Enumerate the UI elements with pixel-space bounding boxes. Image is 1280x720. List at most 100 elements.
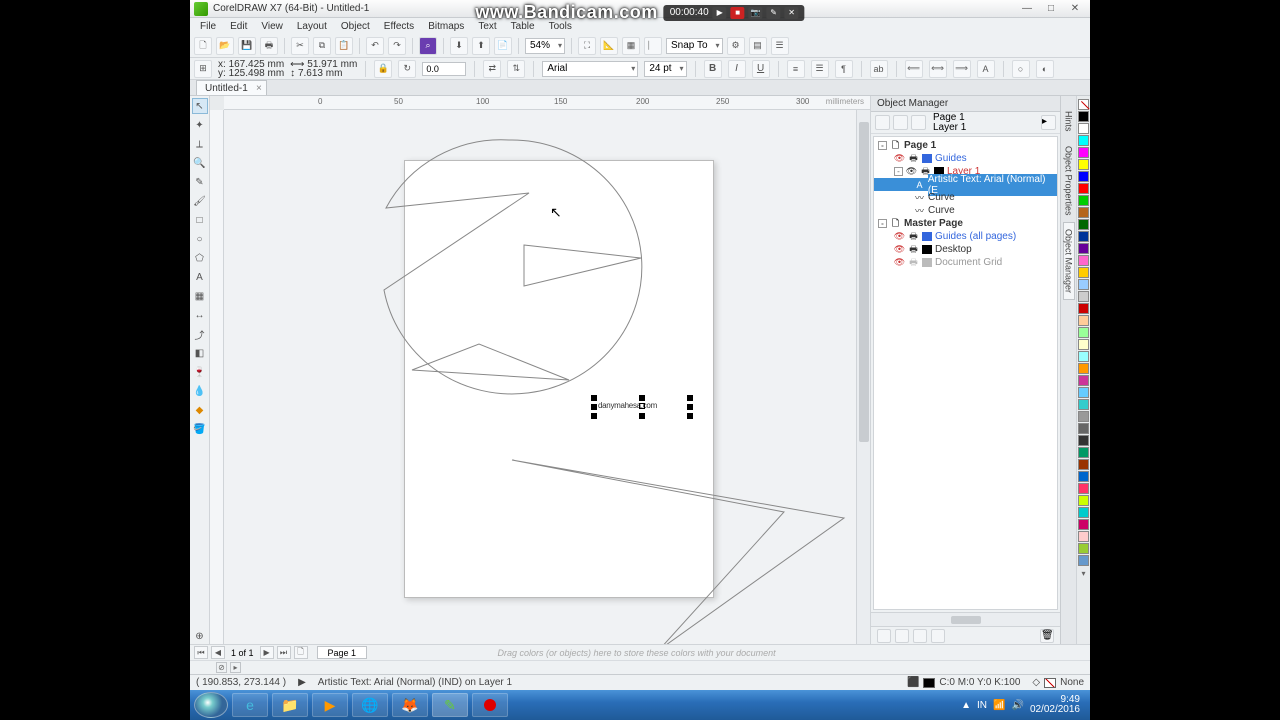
undo-button[interactable]: ↶ — [366, 37, 384, 55]
convert-button[interactable]: ○ — [1012, 60, 1030, 78]
taskbar-ie-icon[interactable]: e — [232, 693, 268, 717]
new-button[interactable]: 🗋 — [194, 37, 212, 55]
add-page-button[interactable]: 🗋 — [294, 646, 308, 659]
color-swatch[interactable] — [1078, 291, 1089, 302]
vertical-ruler[interactable] — [210, 110, 224, 644]
handle-icon[interactable] — [591, 404, 597, 410]
underline-button[interactable]: U — [752, 60, 770, 78]
mirror-h-button[interactable]: ⇄ — [483, 60, 501, 78]
show-guides-button[interactable]: ⎸ — [644, 37, 662, 55]
tray-clock[interactable]: 9:4902/02/2016 — [1030, 695, 1080, 715]
color-swatch[interactable] — [1078, 555, 1089, 566]
open-button[interactable]: 📂 — [216, 37, 234, 55]
paste-button[interactable]: 📋 — [335, 37, 353, 55]
align-left-button[interactable]: ⟸ — [905, 60, 923, 78]
start-button[interactable] — [194, 692, 228, 718]
vertical-scrollbar[interactable] — [856, 110, 870, 644]
tree-artistic-text[interactable]: AArtistic Text: Arial (Normal) (E — [874, 178, 1057, 191]
tray-flag-icon[interactable]: ▲ — [961, 700, 971, 711]
last-page-button[interactable]: ⏭ — [277, 646, 291, 659]
vtab-object-manager[interactable]: Object Manager — [1063, 222, 1075, 300]
vtab-object-properties[interactable]: Object Properties — [1063, 139, 1075, 223]
fill-indicator[interactable]: ⬛C:0 M:0 Y:0 K:100 — [907, 677, 1020, 688]
minimize-button[interactable]: — — [1016, 2, 1038, 16]
new-layer-button[interactable] — [877, 629, 891, 643]
color-swatch[interactable] — [1078, 279, 1089, 290]
artistic-media-tool[interactable]: 🖌 — [192, 193, 208, 209]
eyedropper-tool[interactable]: 💧 — [192, 383, 208, 399]
color-swatch[interactable] — [1078, 327, 1089, 338]
color-swatch[interactable] — [1078, 255, 1089, 266]
handle-icon[interactable] — [639, 395, 645, 401]
tree-grid[interactable]: 👁🖶Document Grid — [874, 256, 1057, 269]
export-button[interactable]: ⬆ — [472, 37, 490, 55]
fullscreen-button[interactable]: ⛶ — [578, 37, 596, 55]
zoom-level-select[interactable]: 54% — [525, 38, 565, 54]
rotation-angle-input[interactable]: 0.0 — [422, 62, 466, 76]
page-layer-indicator[interactable]: Page 1Layer 1 — [929, 113, 1038, 133]
search-content-button[interactable]: ⌕ — [419, 37, 437, 55]
color-swatch[interactable] — [1078, 171, 1089, 182]
rec-play-icon[interactable]: ▶ — [713, 7, 727, 19]
tree-curve[interactable]: 〰Curve — [874, 204, 1057, 217]
selection-box[interactable]: danymahesa.com — [594, 398, 690, 416]
color-swatch[interactable] — [1078, 363, 1089, 374]
outline-indicator[interactable]: ◇None — [1032, 677, 1084, 688]
color-swatch[interactable] — [1078, 147, 1089, 158]
color-swatch[interactable] — [1078, 531, 1089, 542]
new-master-layer-even-button[interactable] — [931, 629, 945, 643]
close-button[interactable]: ✕ — [1064, 2, 1086, 16]
rectangle-tool[interactable]: □ — [192, 212, 208, 228]
menu-bitmaps[interactable]: Bitmaps — [422, 20, 470, 33]
page-tab[interactable]: Page 1 — [317, 646, 368, 659]
taskbar-chrome-icon[interactable]: 🌐 — [352, 693, 388, 717]
edit-across-layers-icon[interactable] — [893, 115, 908, 130]
app-launcher-button[interactable]: ▤ — [749, 37, 767, 55]
rec-close-icon[interactable]: ✕ — [785, 7, 799, 19]
text-tool[interactable]: A — [192, 269, 208, 285]
import-button[interactable]: ⬇ — [450, 37, 468, 55]
font-size-select[interactable]: 24 pt — [644, 61, 686, 77]
quick-customize-button[interactable]: ⊕ — [192, 628, 208, 644]
tree-master-guides[interactable]: 👁🖶Guides (all pages) — [874, 230, 1057, 243]
freehand-tool[interactable]: ✎ — [192, 174, 208, 190]
color-swatch[interactable] — [1078, 183, 1089, 194]
color-swatch[interactable] — [1078, 399, 1089, 410]
color-swatch[interactable] — [1078, 111, 1089, 122]
align-right-button[interactable]: ⟹ — [953, 60, 971, 78]
show-rulers-button[interactable]: 📐 — [600, 37, 618, 55]
rec-camera-icon[interactable]: 📷 — [749, 7, 763, 19]
font-family-select[interactable]: Arial — [542, 61, 638, 77]
object-tree[interactable]: -🗋Page 1 👁🖶Guides -👁🖶Layer 1 AArtistic T… — [873, 136, 1058, 610]
edit-text-button[interactable]: ab — [870, 60, 888, 78]
show-grid-button[interactable]: ▦ — [622, 37, 640, 55]
center-handle-icon[interactable] — [639, 403, 645, 409]
drop-shadow-tool[interactable]: ◧ — [192, 345, 208, 361]
text-properties-button[interactable]: A — [977, 60, 995, 78]
color-swatch[interactable] — [1078, 231, 1089, 242]
color-swatch[interactable] — [1078, 243, 1089, 254]
tray-volume-icon[interactable]: 🔊 — [1011, 700, 1023, 711]
color-swatch[interactable] — [1078, 471, 1089, 482]
handle-icon[interactable] — [591, 395, 597, 401]
drawing-canvas[interactable]: ↖ danymahesa.com — [224, 110, 856, 644]
ellipse-tool[interactable]: ○ — [192, 231, 208, 247]
bullet-list-button[interactable]: ☰ — [811, 60, 829, 78]
menu-layout[interactable]: Layout — [291, 20, 333, 33]
tray-network-icon[interactable]: 📶 — [993, 700, 1005, 711]
palette-scroll-down-icon[interactable]: ▾ — [1081, 569, 1085, 578]
color-swatch[interactable] — [1078, 303, 1089, 314]
color-swatch[interactable] — [1078, 459, 1089, 470]
color-swatch[interactable] — [1078, 411, 1089, 422]
system-tray[interactable]: ▲ IN 📶 🔊 9:4902/02/2016 — [961, 695, 1086, 715]
maximize-button[interactable]: □ — [1040, 2, 1062, 16]
crop-tool[interactable]: ⟂ — [192, 136, 208, 152]
print-button[interactable]: 🖶 — [260, 37, 278, 55]
copy-button[interactable]: ⧉ — [313, 37, 331, 55]
taskbar-media-icon[interactable]: ▶ — [312, 693, 348, 717]
handle-icon[interactable] — [687, 413, 693, 419]
tray-language[interactable]: IN — [977, 700, 987, 711]
connector-tool[interactable]: ⤴ — [192, 326, 208, 342]
prev-page-button[interactable]: ◀ — [211, 646, 225, 659]
menu-object[interactable]: Object — [335, 20, 376, 33]
